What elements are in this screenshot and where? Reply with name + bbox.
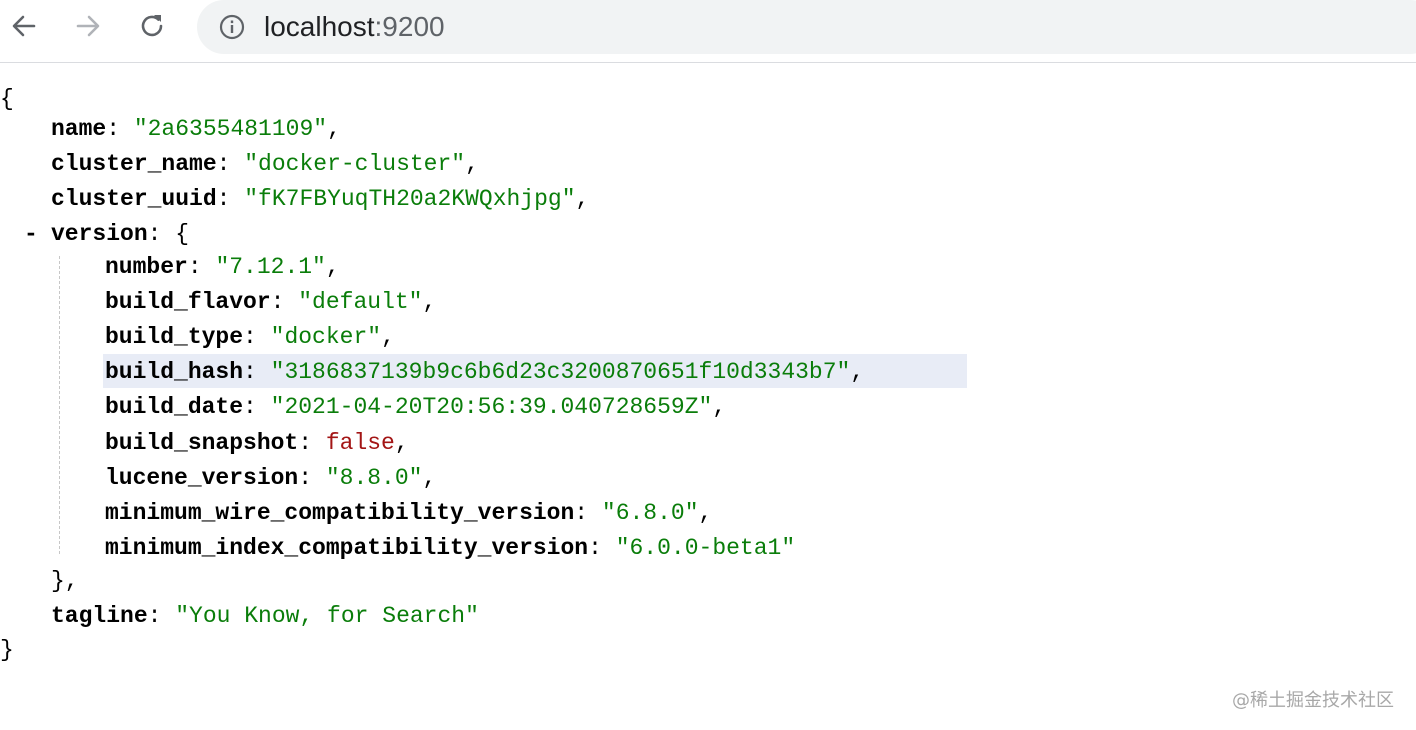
- watermark: @稀土掘金技术社区: [1232, 690, 1394, 711]
- json-key: name: [51, 116, 107, 142]
- json-value: "2021-04-20T20:56:39.040728659Z": [270, 394, 713, 420]
- json-value: "fK7FBYuqTH20a2KWQxhjpg": [244, 186, 576, 212]
- json-line-tagline[interactable]: tagline: "You Know, for Search": [51, 599, 479, 634]
- json-line-cluster-name[interactable]: cluster_name: "docker-cluster",: [51, 147, 479, 182]
- url-host: localhost: [264, 11, 375, 42]
- indent-guide: [59, 256, 60, 554]
- json-value: false: [325, 430, 395, 456]
- json-key: build_snapshot: [105, 430, 299, 456]
- json-line-build-type[interactable]: build_type: "docker",: [105, 320, 395, 355]
- json-open-brace: {: [0, 86, 14, 112]
- forward-button[interactable]: [72, 10, 104, 42]
- json-line-build-date[interactable]: build_date: "2021-04-20T20:56:39.0407286…: [105, 390, 726, 425]
- json-line-build-hash[interactable]: build_hash: "3186837139b9c6b6d23c3200870…: [105, 355, 864, 390]
- reload-icon: [141, 15, 163, 37]
- json-value: "6.0.0-beta1": [615, 535, 796, 561]
- back-button[interactable]: [8, 10, 40, 42]
- version-close-brace: },: [51, 568, 79, 594]
- json-line-minimum-wire-compatibility-version[interactable]: minimum_wire_compatibility_version: "6.8…: [105, 496, 712, 531]
- json-key: number: [105, 254, 188, 280]
- json-line-build-flavor[interactable]: build_flavor: "default",: [105, 285, 436, 320]
- json-line-cluster-uuid[interactable]: cluster_uuid: "fK7FBYuqTH20a2KWQxhjpg",: [51, 182, 589, 217]
- json-value: "3186837139b9c6b6d23c3200870651f10d3343b…: [270, 359, 851, 385]
- version-open-brace: {: [175, 221, 190, 247]
- reload-button[interactable]: [136, 10, 168, 42]
- json-value: "7.12.1": [215, 254, 326, 280]
- url-port: :9200: [374, 11, 445, 42]
- back-arrow-icon: [12, 15, 36, 37]
- json-line-version[interactable]: version: {: [51, 217, 189, 252]
- json-key: build_flavor: [105, 289, 271, 315]
- json-line-number[interactable]: number: "7.12.1",: [105, 250, 340, 285]
- json-line-lucene-version[interactable]: lucene_version: "8.8.0",: [105, 461, 436, 496]
- json-key: cluster_uuid: [51, 186, 217, 212]
- json-key: version: [51, 221, 148, 247]
- collapse-toggle[interactable]: -: [24, 217, 42, 252]
- forward-arrow-icon: [76, 15, 100, 37]
- url-text: localhost:9200: [264, 11, 445, 43]
- json-key: build_type: [105, 324, 244, 350]
- json-key: build_date: [105, 394, 244, 420]
- json-line-build-snapshot[interactable]: build_snapshot: false,: [105, 426, 409, 461]
- json-value: "You Know, for Search": [175, 603, 479, 629]
- json-value: "default": [298, 289, 423, 315]
- json-key: minimum_wire_compatibility_version: [105, 500, 575, 526]
- json-close-brace: }: [0, 637, 14, 663]
- json-value: "6.8.0": [601, 500, 699, 526]
- json-key: minimum_index_compatibility_version: [105, 535, 589, 561]
- json-value: "8.8.0": [325, 465, 423, 491]
- json-key: build_hash: [105, 359, 244, 385]
- json-value: "docker": [270, 324, 382, 350]
- json-line-name[interactable]: name: "2a6355481109",: [51, 112, 341, 147]
- address-bar[interactable]: localhost:9200: [197, 0, 1416, 54]
- json-value: "2a6355481109": [133, 116, 328, 142]
- browser-toolbar: localhost:9200: [0, 0, 1416, 63]
- json-value: "docker-cluster": [244, 151, 466, 177]
- json-key: tagline: [51, 603, 148, 629]
- json-line-minimum-index-compatibility-version[interactable]: minimum_index_compatibility_version: "6.…: [105, 531, 795, 566]
- info-icon[interactable]: [219, 14, 245, 40]
- json-key: cluster_name: [51, 151, 217, 177]
- json-key: lucene_version: [105, 465, 299, 491]
